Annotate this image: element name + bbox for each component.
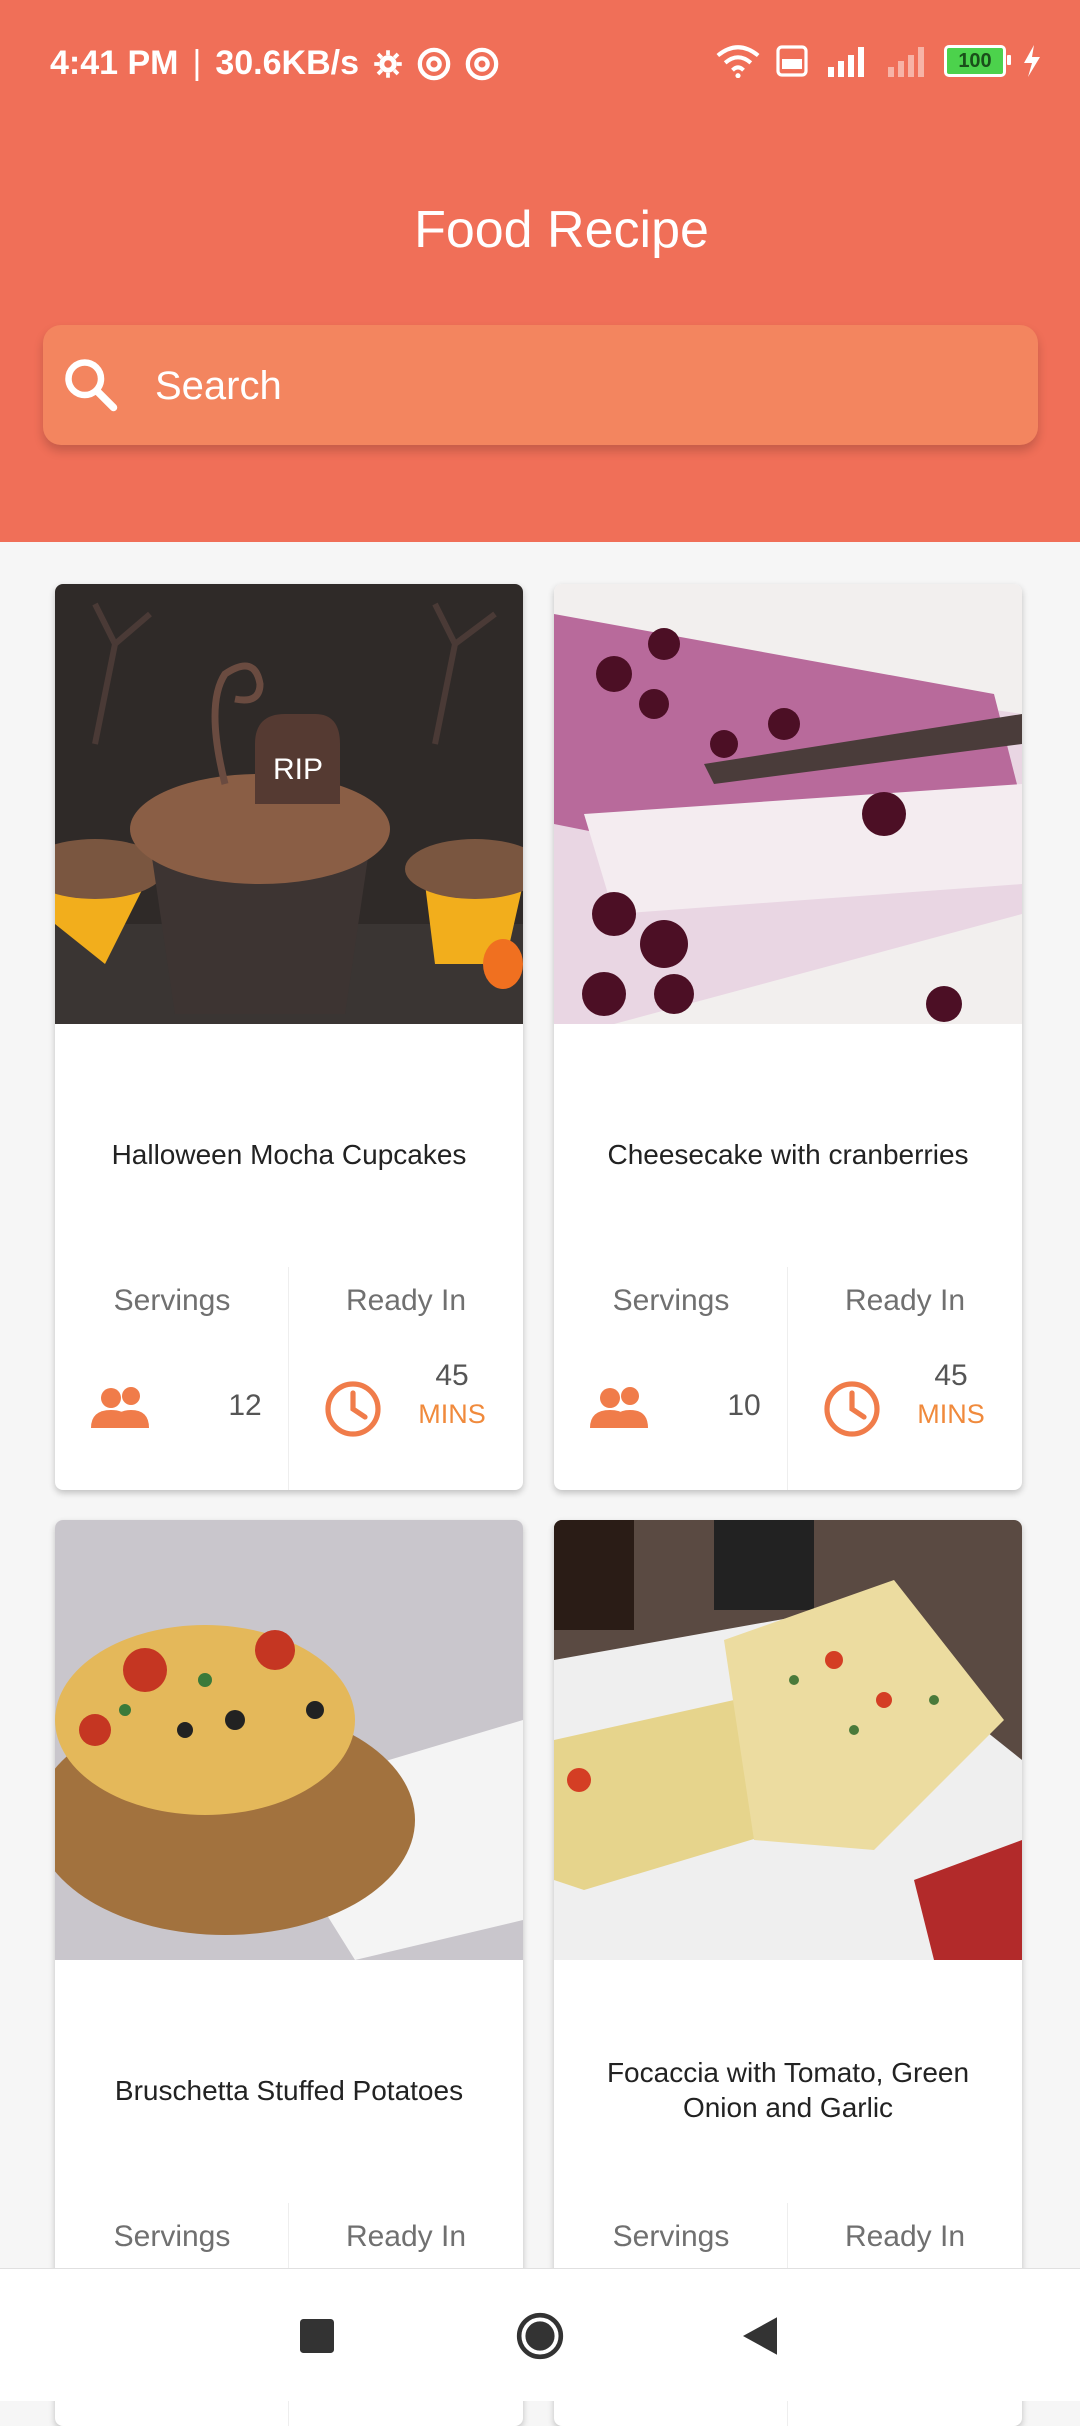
- at-sign-icon: [417, 47, 451, 81]
- clock-icon: [824, 1381, 880, 1437]
- charging-icon: [1022, 45, 1042, 77]
- search-input[interactable]: [153, 325, 1017, 447]
- recipe-title: Halloween Mocha Cupcakes: [111, 1138, 467, 1170]
- ready-in-label: Ready In: [345, 2220, 467, 2253]
- recipe-card[interactable]: RIP Halloween Mocha Cupcakes Servings Re…: [55, 584, 523, 1490]
- ready-in-label: Ready In: [345, 1284, 467, 1317]
- ready-in-unit: MINS: [917, 1399, 985, 1429]
- status-separator: |: [192, 44, 202, 82]
- servings-value: 12: [228, 1389, 262, 1422]
- status-time: 4:41 PM: [50, 44, 179, 82]
- recipe-image: [55, 1520, 523, 1960]
- back-icon[interactable]: [725, 2301, 795, 2371]
- status-bar: 4:41 PM | 30.6KB/s 100: [0, 0, 1080, 130]
- battery-icon: 100: [944, 45, 1011, 77]
- recipe-image: [554, 584, 1022, 1024]
- servings-label: Servings: [113, 2220, 231, 2253]
- servings-value: 10: [727, 1389, 761, 1422]
- status-speed: 30.6KB/s: [215, 44, 359, 82]
- people-icon: [91, 1387, 149, 1428]
- servings-label: Servings: [612, 1284, 730, 1317]
- signal-icon: [824, 44, 868, 78]
- ready-in-label: Ready In: [844, 2220, 966, 2253]
- search-icon: [61, 355, 121, 415]
- home-icon[interactable]: [505, 2301, 575, 2371]
- servings-label: Servings: [113, 1284, 231, 1317]
- ready-in-value: 45: [435, 1359, 469, 1392]
- recipe-image: [554, 1520, 1022, 1960]
- at-sign-icon-2: [465, 47, 499, 81]
- recipe-title: Focaccia with Tomato, Green Onion and Ga…: [606, 2057, 970, 2123]
- ready-in-value: 45: [934, 1359, 968, 1392]
- servings-label: Servings: [612, 2220, 730, 2253]
- recipe-card[interactable]: Cheesecake with cranberries Servings Rea…: [554, 584, 1022, 1490]
- ready-in-label: Ready In: [844, 1284, 966, 1317]
- recipe-title: Cheesecake with cranberries: [607, 1138, 969, 1170]
- gear-icon: [373, 49, 403, 79]
- signal-icon-2: [884, 44, 928, 78]
- battery-level: 100: [958, 49, 992, 72]
- search-bar[interactable]: [43, 325, 1038, 447]
- clock-icon: [325, 1381, 381, 1437]
- wifi-icon: [716, 44, 760, 78]
- recipe-image: RIP: [55, 584, 523, 1024]
- navigation-bar: [0, 2268, 1080, 2401]
- ready-in-unit: MINS: [418, 1399, 486, 1429]
- volte-icon: [776, 45, 808, 77]
- page-title: Food Recipe: [414, 201, 709, 259]
- recents-icon[interactable]: [282, 2301, 352, 2371]
- recipe-title: Bruschetta Stuffed Potatoes: [114, 2074, 464, 2106]
- svg-text:RIP: RIP: [273, 753, 323, 786]
- app-header: 4:41 PM | 30.6KB/s 100 Food Recipe Searc…: [0, 0, 1080, 542]
- people-icon: [590, 1387, 648, 1428]
